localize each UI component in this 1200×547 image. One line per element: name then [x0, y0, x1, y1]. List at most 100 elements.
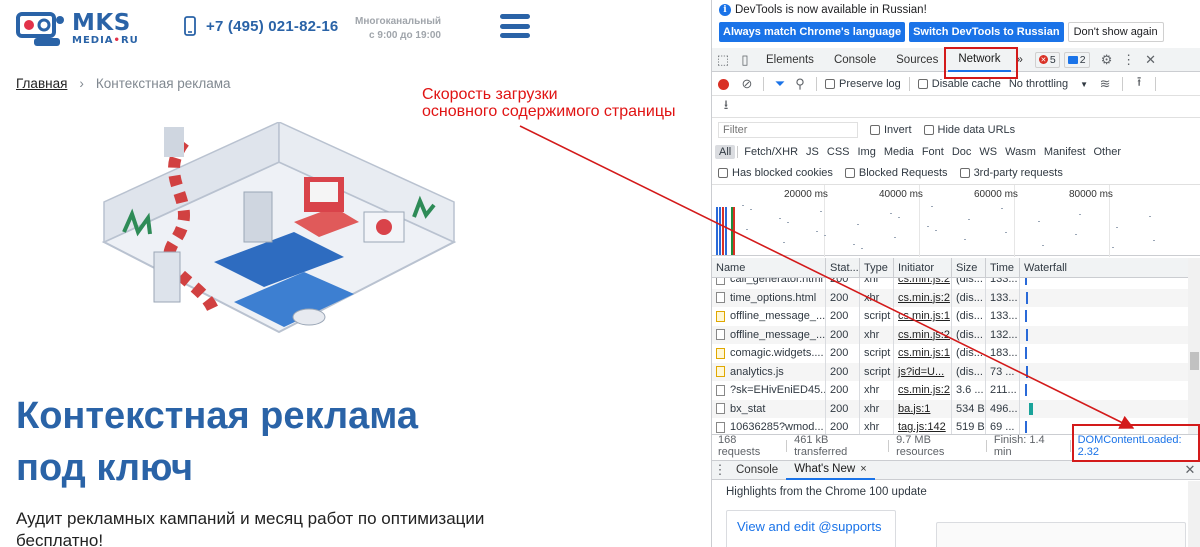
tab-console[interactable]: Console: [824, 48, 886, 72]
drawer-tab-console[interactable]: Console: [728, 460, 786, 480]
hide-data-urls-checkbox[interactable]: Hide data URLs: [923, 124, 1015, 136]
network-overview-timeline[interactable]: 20000 ms 40000 ms 60000 ms 80000 ms: [712, 184, 1200, 257]
table-row[interactable]: comagic.widgets.... 200 script cs.min.js:1(…: [712, 344, 1188, 363]
overview-request-bar: [725, 207, 727, 255]
phone-link[interactable]: +7 (495) 021-82-16: [184, 16, 338, 36]
waterfall-bar: [1026, 291, 1028, 304]
cell-initiator[interactable]: cs.min.js:1: [894, 344, 952, 363]
table-row[interactable]: time_options.html 200 xhr cs.min.js:2 (dis..…: [712, 288, 1188, 307]
cell-size: (dis...: [952, 344, 986, 363]
error-icon: ✕: [1038, 55, 1048, 64]
close-devtools-icon[interactable]: ✕: [1140, 49, 1162, 71]
preserve-log-checkbox[interactable]: Preserve log: [825, 78, 901, 90]
network-conditions-icon[interactable]: ≋: [1096, 73, 1114, 95]
cell-initiator[interactable]: cs.min.js:2: [894, 278, 952, 289]
drawer-scrollbar[interactable]: [1188, 481, 1200, 547]
type-filter-img[interactable]: Img: [854, 145, 880, 159]
type-filter-css[interactable]: CSS: [823, 145, 854, 159]
whats-new-link[interactable]: View and edit @supports: [737, 519, 882, 534]
type-filter-other[interactable]: Other: [1089, 145, 1125, 159]
blocked-requests-checkbox[interactable]: Blocked Requests: [844, 167, 948, 179]
search-icon[interactable]: ⚲: [792, 73, 808, 95]
cell-initiator[interactable]: cs.min.js:2: [894, 381, 952, 400]
more-tabs-button[interactable]: »: [1011, 48, 1029, 72]
table-row[interactable]: offline_message_... 200 xhr cs.min.js:2 (dis…: [712, 325, 1188, 344]
overview-dot: [857, 224, 859, 225]
dont-show-again-button[interactable]: Don't show again: [1067, 22, 1164, 42]
disable-cache-checkbox[interactable]: Disable cache: [917, 78, 1001, 90]
cell-type: xhr: [860, 399, 894, 418]
table-row[interactable]: bx_stat 200 xhr ba.js:1 534 B 496...: [712, 399, 1188, 418]
invert-checkbox[interactable]: Invert: [870, 124, 912, 136]
inspect-element-icon[interactable]: ⬚: [712, 49, 734, 71]
col-initiator[interactable]: Initiator: [894, 258, 952, 278]
cell-status: 200: [826, 344, 860, 363]
message-icon: [1067, 55, 1078, 64]
breadcrumb-home-link[interactable]: Главная: [16, 76, 67, 91]
drawer-tab-whats-new[interactable]: What's New ×: [786, 460, 875, 480]
cell-status: 200: [826, 288, 860, 307]
tab-network[interactable]: Network: [948, 48, 1011, 72]
filter-input[interactable]: [718, 122, 858, 138]
device-toolbar-icon[interactable]: ▯: [734, 49, 756, 71]
match-language-button[interactable]: Always match Chrome's language: [719, 22, 906, 42]
whats-new-card[interactable]: View and edit @supports: [726, 510, 896, 547]
menu-burger-button[interactable]: [500, 14, 530, 38]
close-drawer-icon[interactable]: ✕: [1179, 459, 1200, 481]
network-status-bar: 168 requests 461 kB transferred 9.7 MB r…: [712, 434, 1200, 458]
cell-initiator[interactable]: tag.js:142: [894, 418, 952, 434]
scrollbar-thumb[interactable]: [1190, 352, 1199, 370]
hero-illustration: [101, 122, 457, 334]
settings-gear-icon[interactable]: ⚙: [1096, 49, 1118, 71]
errors-badge[interactable]: ✕ 5: [1034, 51, 1060, 68]
filter-funnel-icon[interactable]: ⏷: [772, 73, 788, 95]
type-filter-all[interactable]: All: [715, 145, 736, 159]
export-har-icon[interactable]: ⭳: [718, 96, 734, 118]
cell-initiator[interactable]: ba.js:1: [894, 399, 952, 418]
type-filter-media[interactable]: Media: [880, 145, 918, 159]
import-har-icon[interactable]: ⭱: [1131, 73, 1147, 95]
record-button[interactable]: [718, 78, 729, 90]
messages-badge[interactable]: 2: [1063, 51, 1090, 68]
cell-type: xhr: [860, 325, 894, 344]
col-waterfall[interactable]: Waterfall: [1020, 258, 1188, 278]
table-row[interactable]: offline_message_... 200 script cs.min.js:1(…: [712, 307, 1188, 326]
tab-elements[interactable]: Elements: [756, 48, 824, 72]
type-filter-doc[interactable]: Doc: [948, 145, 976, 159]
clear-icon[interactable]: ⊘: [739, 73, 755, 95]
cell-status: 200: [826, 325, 860, 344]
col-size[interactable]: Size: [952, 258, 986, 278]
type-filter-js[interactable]: JS: [802, 145, 823, 159]
cell-initiator[interactable]: js?id=U...: [894, 362, 952, 381]
col-status[interactable]: Stat...: [826, 258, 860, 278]
type-filter-fetch-xhr[interactable]: Fetch/XHR: [740, 145, 802, 159]
overview-dot: [1149, 216, 1151, 217]
col-type[interactable]: Type: [860, 258, 894, 278]
close-tab-icon[interactable]: ×: [860, 463, 866, 475]
cell-initiator[interactable]: cs.min.js:2: [894, 325, 952, 344]
kebab-menu-icon[interactable]: ⋮: [1118, 49, 1140, 71]
type-filter-font[interactable]: Font: [918, 145, 948, 159]
drawer-menu-icon[interactable]: ⋮: [712, 459, 728, 481]
table-row[interactable]: ?sk=EHivEniED45... 200 xhr cs.min.js:2 3.6 .…: [712, 381, 1188, 400]
blocked-cookies-checkbox[interactable]: Has blocked cookies: [718, 167, 833, 179]
tab-sources[interactable]: Sources: [886, 48, 948, 72]
requests-scrollbar[interactable]: [1188, 258, 1200, 434]
site-logo[interactable]: MKS MEDIA•RU: [16, 10, 139, 48]
type-filter-manifest[interactable]: Manifest: [1040, 145, 1090, 159]
cell-initiator[interactable]: cs.min.js:1: [894, 307, 952, 326]
table-row[interactable]: analytics.js 200 script js?id=U... (dis... 73…: [712, 362, 1188, 381]
col-name[interactable]: Name: [712, 258, 826, 278]
overview-dot: [964, 239, 966, 240]
overview-dot: [1005, 232, 1007, 233]
throttling-select[interactable]: No throttling ▼: [1009, 78, 1088, 90]
third-party-checkbox[interactable]: 3rd-party requests: [959, 167, 1063, 179]
cell-initiator[interactable]: cs.min.js:2: [894, 288, 952, 307]
table-row[interactable]: call_generator.html 200 xhr cs.min.js:2 (dis…: [712, 278, 1188, 289]
type-filter-ws[interactable]: WS: [975, 145, 1001, 159]
table-row[interactable]: 10636285?wmod... 200 xhr tag.js:142 519 B 69 …: [712, 418, 1188, 434]
type-filter-wasm[interactable]: Wasm: [1001, 145, 1040, 159]
switch-russian-button[interactable]: Switch DevTools to Russian: [909, 22, 1064, 42]
overview-dot: [1075, 234, 1077, 235]
col-time[interactable]: Time: [986, 258, 1020, 278]
